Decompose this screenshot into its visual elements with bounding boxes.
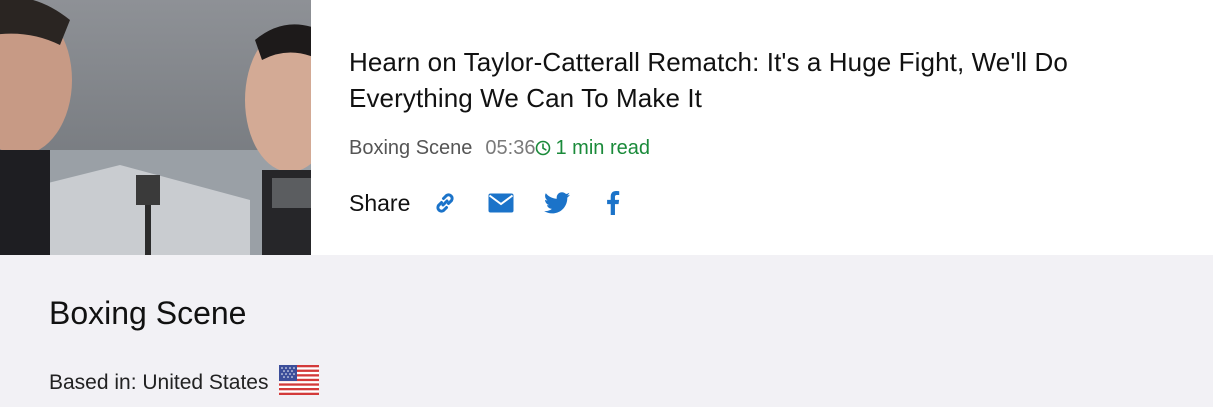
link-icon	[436, 193, 454, 213]
article-thumbnail[interactable]	[0, 0, 311, 255]
article-card[interactable]: Hearn on Taylor-Catterall Rematch: It's …	[0, 0, 1213, 255]
facebook-share-button[interactable]	[598, 188, 628, 218]
us-flag-icon	[279, 365, 320, 401]
thumbnail-image	[0, 0, 311, 255]
article-meta: Boxing Scene 05:36 1 min read	[349, 136, 1189, 160]
twitter-icon	[544, 192, 571, 214]
source-name[interactable]: Boxing Scene	[49, 295, 246, 332]
facebook-icon	[607, 191, 620, 215]
article-source[interactable]: Boxing Scene	[349, 136, 472, 160]
copy-link-button[interactable]	[430, 188, 460, 218]
email-icon	[488, 193, 514, 213]
source-location: Based in: United States	[49, 365, 320, 401]
share-label: Share	[349, 189, 411, 216]
email-share-button[interactable]	[486, 188, 516, 218]
based-in-label: Based in: United States	[49, 371, 269, 394]
read-time-label: 1 min read	[555, 137, 650, 159]
share-bar: Share	[349, 188, 1189, 218]
article-content: Hearn on Taylor-Catterall Rematch: It's …	[349, 44, 1189, 218]
article-headline[interactable]: Hearn on Taylor-Catterall Rematch: It's …	[349, 44, 1189, 116]
source-info-panel: Boxing Scene Based in: United States	[0, 255, 1213, 407]
twitter-share-button[interactable]	[542, 188, 572, 218]
read-time: 1 min read	[535, 136, 650, 160]
article-time: 05:36	[485, 137, 536, 159]
clock-icon	[536, 140, 551, 156]
